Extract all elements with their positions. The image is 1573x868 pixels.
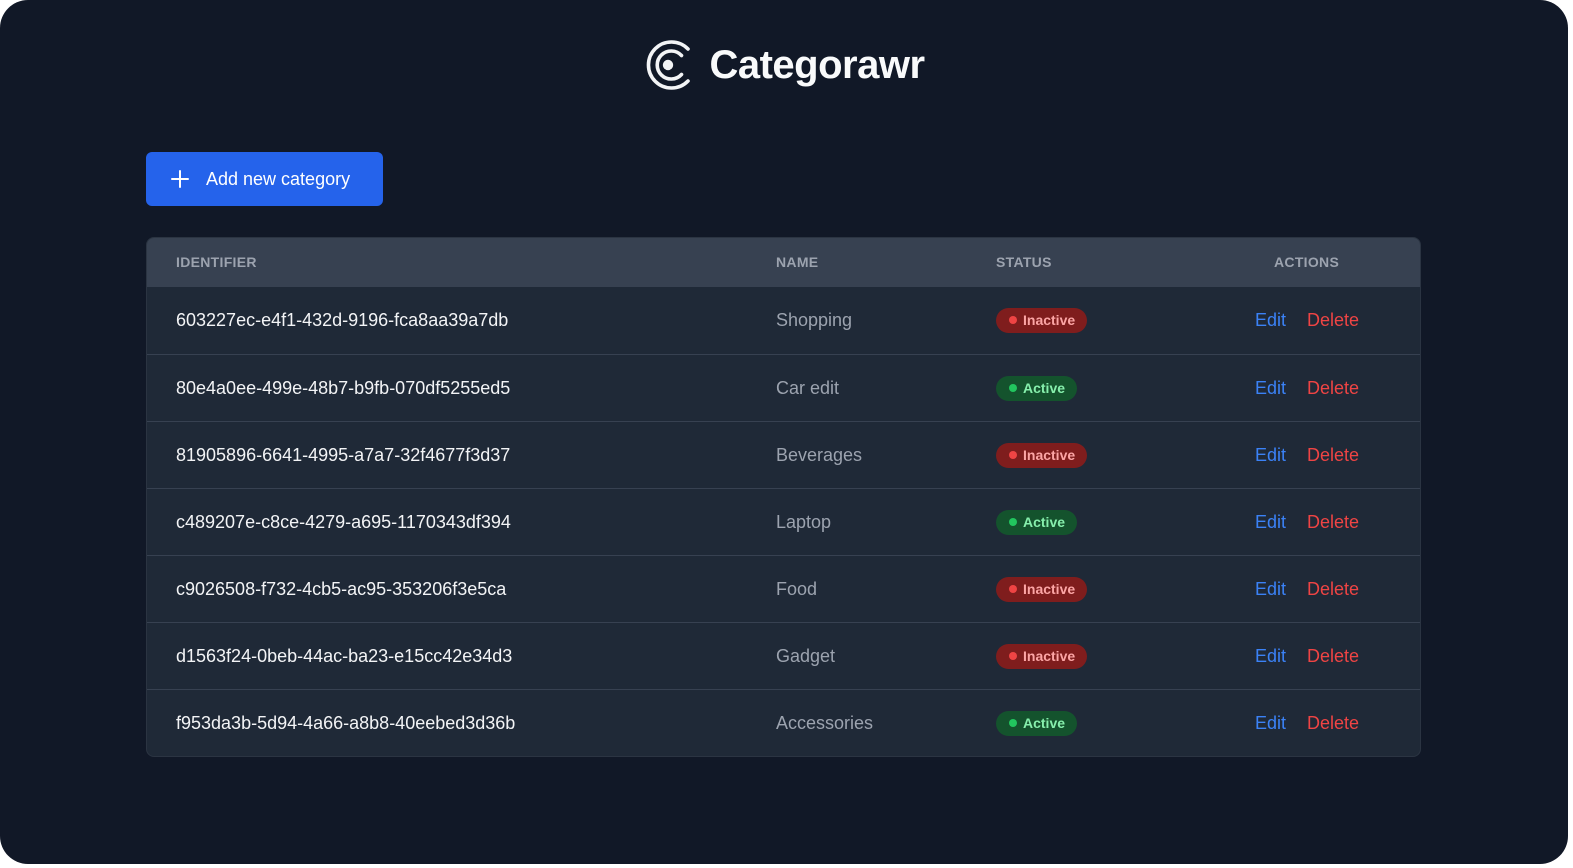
header-identifier: IDENTIFIER xyxy=(176,254,257,270)
category-name: Shopping xyxy=(776,309,853,330)
category-name: Laptop xyxy=(776,511,832,532)
delete-button[interactable]: Delete xyxy=(1307,378,1359,399)
app-window: Categorawr Add new category IDENTIFIER N… xyxy=(0,0,1568,864)
status-dot-icon xyxy=(1009,652,1017,660)
status-label: Inactive xyxy=(1023,447,1076,463)
table-body: 603227ec-e4f1-432d-9196-fca8aa39a7db Sho… xyxy=(147,287,1420,756)
table-row: 603227ec-e4f1-432d-9196-fca8aa39a7db Sho… xyxy=(147,287,1420,354)
delete-button[interactable]: Delete xyxy=(1307,445,1359,466)
status-cell: Inactive xyxy=(996,556,1088,622)
status-dot-icon xyxy=(1009,585,1017,593)
categories-table: IDENTIFIER NAME STATUS ACTIONS 603227ec-… xyxy=(146,237,1421,757)
row-actions: Edit Delete xyxy=(1255,489,1359,555)
app-title: Categorawr xyxy=(709,42,925,87)
row-actions: Edit Delete xyxy=(1255,556,1359,622)
edit-button[interactable]: Edit xyxy=(1255,646,1286,667)
row-actions: Edit Delete xyxy=(1255,422,1359,488)
status-badge: Inactive xyxy=(996,307,1088,333)
status-cell: Inactive xyxy=(996,623,1088,689)
status-badge: Inactive xyxy=(996,643,1088,669)
delete-button[interactable]: Delete xyxy=(1307,310,1359,331)
status-label: Inactive xyxy=(1023,312,1076,328)
add-category-button[interactable]: Add new category xyxy=(146,152,383,206)
categorawr-logo-icon xyxy=(647,40,691,90)
edit-button[interactable]: Edit xyxy=(1255,378,1286,399)
edit-button[interactable]: Edit xyxy=(1255,310,1286,331)
delete-button[interactable]: Delete xyxy=(1307,646,1359,667)
status-label: Inactive xyxy=(1023,648,1076,664)
header-status: STATUS xyxy=(996,254,1052,270)
edit-button[interactable]: Edit xyxy=(1255,713,1286,734)
status-badge: Active xyxy=(996,509,1078,535)
delete-button[interactable]: Delete xyxy=(1307,512,1359,533)
status-badge: Inactive xyxy=(996,442,1088,468)
header-name: NAME xyxy=(776,254,819,270)
table-row: 81905896-6641-4995-a7a7-32f4677f3d37 Bev… xyxy=(147,421,1420,488)
delete-button[interactable]: Delete xyxy=(1307,579,1359,600)
table-row: c489207e-c8ce-4279-a695-1170343df394 Lap… xyxy=(147,488,1420,555)
table-row: f953da3b-5d94-4a66-a8b8-40eebed3d36b Acc… xyxy=(147,689,1420,756)
table-header: IDENTIFIER NAME STATUS ACTIONS xyxy=(147,238,1420,287)
category-identifier: c489207e-c8ce-4279-a695-1170343df394 xyxy=(176,511,511,532)
status-label: Active xyxy=(1023,514,1066,530)
status-badge: Active xyxy=(996,375,1078,401)
status-dot-icon xyxy=(1009,719,1017,727)
status-cell: Inactive xyxy=(996,287,1088,353)
table-row: c9026508-f732-4cb5-ac95-353206f3e5ca Foo… xyxy=(147,555,1420,622)
status-label: Inactive xyxy=(1023,581,1076,597)
status-cell: Inactive xyxy=(996,422,1088,488)
edit-button[interactable]: Edit xyxy=(1255,579,1286,600)
delete-button[interactable]: Delete xyxy=(1307,713,1359,734)
category-name: Food xyxy=(776,578,818,599)
status-dot-icon xyxy=(1009,518,1017,526)
status-badge: Inactive xyxy=(996,576,1088,602)
row-actions: Edit Delete xyxy=(1255,287,1359,353)
edit-button[interactable]: Edit xyxy=(1255,512,1286,533)
category-identifier: d1563f24-0beb-44ac-ba23-e15cc42e34d3 xyxy=(176,645,513,666)
edit-button[interactable]: Edit xyxy=(1255,445,1286,466)
category-name: Accessories xyxy=(776,712,874,733)
app-header: Categorawr xyxy=(0,40,1568,90)
status-cell: Active xyxy=(996,355,1078,421)
table-row: 80e4a0ee-499e-48b7-b9fb-070df5255ed5 Car… xyxy=(147,354,1420,421)
status-dot-icon xyxy=(1009,451,1017,459)
category-name: Gadget xyxy=(776,645,836,666)
header-actions: ACTIONS xyxy=(1274,254,1340,270)
category-identifier: 80e4a0ee-499e-48b7-b9fb-070df5255ed5 xyxy=(176,377,511,398)
category-identifier: 81905896-6641-4995-a7a7-32f4677f3d37 xyxy=(176,444,511,465)
category-identifier: 603227ec-e4f1-432d-9196-fca8aa39a7db xyxy=(176,309,509,330)
status-cell: Active xyxy=(996,690,1078,756)
status-dot-icon xyxy=(1009,316,1017,324)
table-row: d1563f24-0beb-44ac-ba23-e15cc42e34d3 Gad… xyxy=(147,622,1420,689)
category-name: Beverages xyxy=(776,444,863,465)
status-label: Active xyxy=(1023,715,1066,731)
status-cell: Active xyxy=(996,489,1078,555)
status-label: Active xyxy=(1023,380,1066,396)
row-actions: Edit Delete xyxy=(1255,623,1359,689)
category-name: Car edit xyxy=(776,377,840,398)
status-dot-icon xyxy=(1009,384,1017,392)
category-identifier: f953da3b-5d94-4a66-a8b8-40eebed3d36b xyxy=(176,712,516,733)
row-actions: Edit Delete xyxy=(1255,355,1359,421)
category-identifier: c9026508-f732-4cb5-ac95-353206f3e5ca xyxy=(176,578,507,599)
add-category-label: Add new category xyxy=(206,168,351,189)
status-badge: Active xyxy=(996,710,1078,736)
row-actions: Edit Delete xyxy=(1255,690,1359,756)
plus-icon xyxy=(171,170,189,188)
